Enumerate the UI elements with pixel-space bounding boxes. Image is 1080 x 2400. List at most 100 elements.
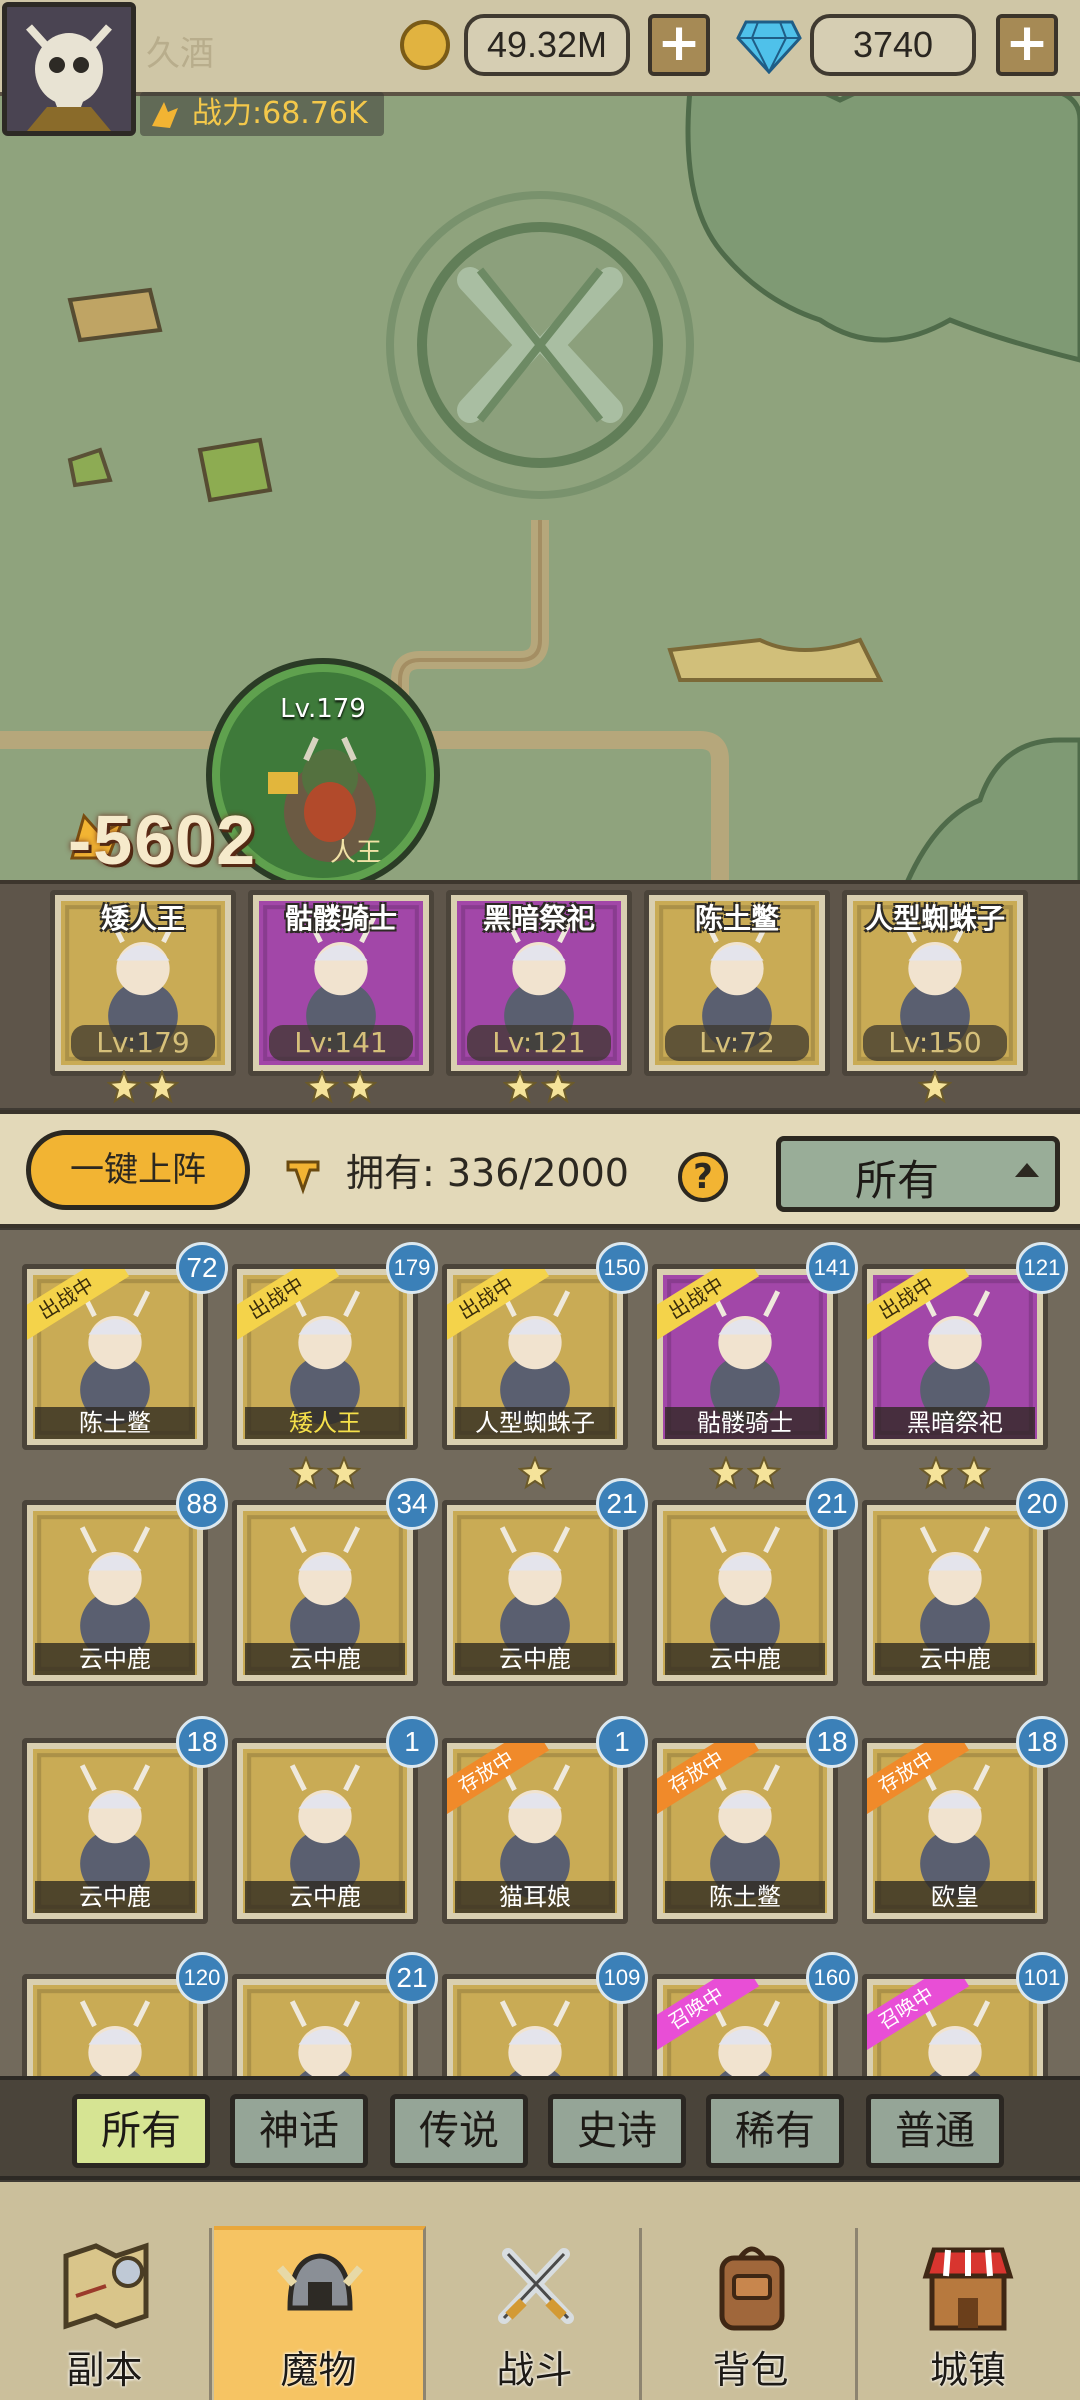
monster-card[interactable]: 云中鹿	[862, 1500, 1048, 1686]
nav-label: 城镇	[929, 2348, 1006, 2392]
rarity-tab[interactable]: 所有	[72, 2094, 210, 2168]
rarity-tab[interactable]: 稀有	[706, 2094, 844, 2168]
monster-card[interactable]: 出战中 人型蜘蛛子	[442, 1264, 628, 1450]
monster-name: 云中鹿	[665, 1643, 825, 1675]
nav-label: 战斗	[496, 2348, 573, 2392]
star-rating	[50, 1070, 236, 1106]
star-icon	[107, 1070, 141, 1104]
gem-amount: 3740	[810, 14, 976, 76]
level-badge: 109	[596, 1952, 648, 2004]
monster-card[interactable]: 出战中 黑暗祭祀	[862, 1264, 1048, 1450]
star-icon	[327, 1456, 361, 1490]
monster-card[interactable]: 云中鹿	[232, 1738, 418, 1924]
level-badge: 141	[806, 1242, 858, 1294]
rarity-tab[interactable]: 传说	[390, 2094, 528, 2168]
monster-card[interactable]: 存放中 陈土鳖	[652, 1738, 838, 1924]
selected-hero-level: Lv.179	[280, 694, 366, 724]
lineup-slot[interactable]: 陈土鳖 Lv:72	[644, 890, 830, 1076]
level-badge: 121	[1016, 1242, 1068, 1294]
level-badge: 20	[1016, 1478, 1068, 1530]
swords-icon	[486, 2236, 586, 2336]
player-name: 久酒	[146, 34, 214, 74]
monster-card[interactable]: 出战中 骷髅骑士	[652, 1264, 838, 1450]
monster-name: 云中鹿	[875, 1643, 1035, 1675]
monster-name: 黑暗祭祀	[875, 1407, 1035, 1439]
monster-name: 人型蜘蛛子	[455, 1407, 615, 1439]
owned-count: 拥有: 336/2000	[346, 1151, 629, 1195]
star-rating	[862, 1456, 1048, 1492]
category-filter-dropdown[interactable]: 所有	[776, 1136, 1060, 1212]
monster-card[interactable]: 出战中 矮人王	[232, 1264, 418, 1450]
lineup-hero-name: 矮人王	[100, 902, 185, 935]
monster-name: 云中鹿	[35, 1881, 195, 1913]
combat-power-text: 战力:68.76K	[192, 96, 368, 131]
lineup-hero-level: Lv:72	[665, 1025, 809, 1061]
monster-card[interactable]: 云中鹿	[22, 1500, 208, 1686]
lineup-slot[interactable]: 骷髅骑士 Lv:141	[248, 890, 434, 1076]
monster-card[interactable]: 存放中 猫耳娘	[442, 1738, 628, 1924]
auto-deploy-button[interactable]: 一键上阵	[26, 1130, 250, 1210]
star-icon	[541, 1070, 575, 1104]
gold-amount: 49.32M	[464, 14, 630, 76]
backpack-icon	[702, 2236, 802, 2336]
add-gold-button[interactable]: +	[648, 14, 710, 76]
lineup-slot[interactable]: 人型蜘蛛子 Lv:150	[842, 890, 1028, 1076]
nav-item[interactable]: 战斗	[430, 2228, 642, 2400]
level-badge: 72	[176, 1242, 228, 1294]
monster-portrait	[243, 1985, 407, 2076]
nav-item[interactable]: 城镇	[862, 2228, 1074, 2400]
nav-item[interactable]: 副本	[0, 2228, 212, 2400]
gem-icon	[736, 16, 802, 75]
monster-card[interactable]: 存放中 欧皇	[862, 1738, 1048, 1924]
monster-name: 欧皇	[875, 1881, 1035, 1913]
lineup-hero-level: Lv:141	[269, 1025, 413, 1061]
level-badge: 34	[386, 1478, 438, 1530]
add-gems-button[interactable]: +	[996, 14, 1058, 76]
lineup-slot[interactable]: 矮人王 Lv:179	[50, 890, 236, 1076]
star-rating	[842, 1070, 1028, 1106]
monster-card[interactable]: 出战中 陈土鳖	[22, 1264, 208, 1450]
nav-item[interactable]: 背包	[646, 2228, 858, 2400]
rarity-tab[interactable]: 史诗	[548, 2094, 686, 2168]
nav-item[interactable]: 魔物	[214, 2226, 426, 2400]
rarity-tab[interactable]: 普通	[866, 2094, 1004, 2168]
monster-name: 云中鹿	[245, 1643, 405, 1675]
lineup-hero-name: 黑暗祭祀	[482, 902, 595, 935]
monster-name: 陈土鳖	[35, 1407, 195, 1439]
monster-card[interactable]: 云中鹿	[232, 1500, 418, 1686]
star-rating	[446, 1070, 632, 1106]
help-button[interactable]: ?	[678, 1152, 728, 1202]
bench-header: 一键上阵 拥有: 336/2000 ? 所有	[0, 1110, 1080, 1228]
monster-grid[interactable]: 出战中 陈土鳖 72 出战中 矮人王 179 出战中 人型蜘蛛子 150 出战中 骷髅骑士 141 出战…	[0, 1230, 1080, 2076]
level-badge: 179	[386, 1242, 438, 1294]
level-badge: 18	[1016, 1716, 1068, 1768]
lineup-hero-level: Lv:121	[467, 1025, 611, 1061]
lineup-hero-level: Lv:179	[71, 1025, 215, 1061]
damage-number: -5602	[68, 801, 258, 879]
map-icon	[56, 2236, 156, 2336]
lineup-slot[interactable]: 黑暗祭祀 Lv:121	[446, 890, 632, 1076]
star-icon	[747, 1456, 781, 1490]
level-badge: 160	[806, 1952, 858, 2004]
monster-card[interactable]: 云中鹿	[652, 1500, 838, 1686]
monster-card[interactable]: 云中鹿	[442, 1500, 628, 1686]
level-badge: 101	[1016, 1952, 1068, 2004]
helmet-icon	[270, 2238, 370, 2338]
monster-name: 猫耳娘	[455, 1881, 615, 1913]
rarity-tab[interactable]: 神话	[230, 2094, 368, 2168]
monster-name: 骷髅骑士	[665, 1407, 825, 1439]
level-badge: 18	[176, 1716, 228, 1768]
level-badge: 1	[596, 1716, 648, 1768]
selected-hero-name: 人王	[330, 838, 383, 868]
monster-card[interactable]: 云中鹿	[22, 1738, 208, 1924]
level-badge: 21	[596, 1478, 648, 1530]
power-icon	[152, 102, 178, 128]
lineup-bar: 矮人王 Lv:179 骷髅骑士 Lv:141 黑暗祭祀 Lv:121 陈土鳖 Lv:72 人型蜘…	[0, 880, 1080, 1108]
level-badge: 21	[806, 1478, 858, 1530]
player-avatar[interactable]	[2, 2, 136, 136]
level-badge: 21	[386, 1952, 438, 2004]
lineup-hero-name: 人型蜘蛛子	[864, 902, 1005, 935]
star-rating	[442, 1456, 628, 1492]
lineup-hero-name: 陈土鳖	[694, 902, 779, 935]
monster-name: 陈土鳖	[665, 1881, 825, 1913]
